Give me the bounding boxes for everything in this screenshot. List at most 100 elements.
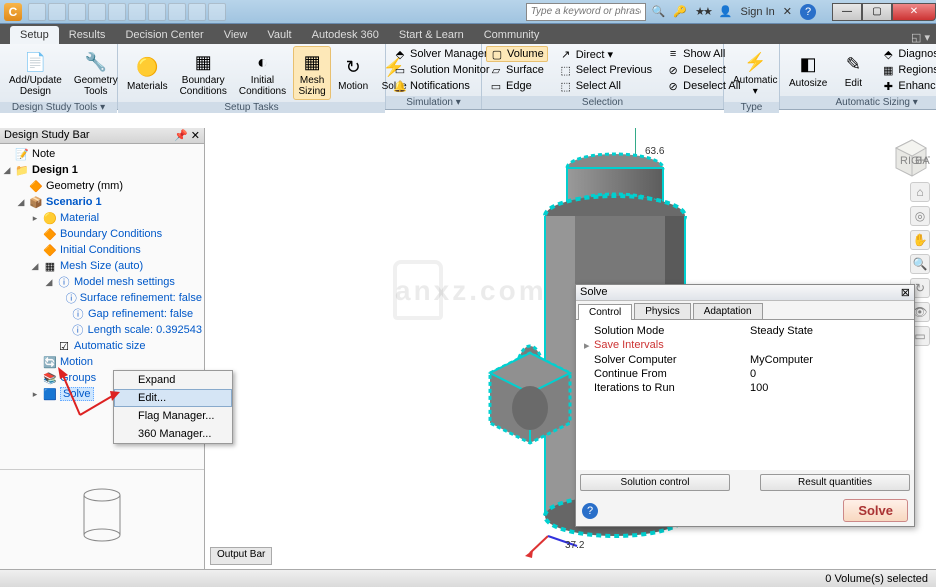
tree-mesh[interactable]: ◢▦Mesh Size (auto)	[2, 258, 202, 274]
tab-results[interactable]: Results	[59, 26, 116, 44]
ctx-360-manager[interactable]: 360 Manager...	[114, 425, 232, 443]
geometry-tools-button[interactable]: 🔧Geometry Tools	[69, 46, 123, 100]
solve-action-button[interactable]: Solve	[843, 499, 908, 522]
ribbon-group-label[interactable]: Design Study Tools ▾	[0, 102, 117, 113]
tab-setup[interactable]: Setup	[10, 26, 59, 44]
search-box	[526, 3, 646, 21]
tree-surfref[interactable]: ⓘSurface refinement: false	[2, 290, 202, 306]
tree-geometry[interactable]: 🔶Geometry (mm)	[2, 178, 202, 194]
qat-btn[interactable]	[188, 3, 206, 21]
motion-button[interactable]: ↻Motion	[333, 52, 373, 95]
autosize-button[interactable]: ◧Autosize	[784, 49, 832, 92]
volume-select-button[interactable]: ▢Volume	[486, 46, 548, 62]
ribbon-group-label[interactable]: Automatic Sizing ▾	[780, 96, 936, 109]
tree-design[interactable]: ◢📁Design 1	[2, 162, 202, 178]
rating-icon[interactable]: ★★	[695, 5, 711, 18]
dialog-middle-buttons: Solution control Result quantities	[576, 470, 914, 495]
tree-material[interactable]: ▸🟡Material	[2, 210, 202, 226]
edit-button[interactable]: ✎Edit	[834, 49, 872, 92]
output-bar-tab[interactable]: Output Bar	[210, 547, 272, 565]
regions-button[interactable]: ▦Regions	[878, 62, 936, 78]
automatic-type-button[interactable]: ⚡Automatic ▾	[728, 46, 782, 100]
diagnostics-button[interactable]: ⬘Diagnostics	[878, 46, 936, 62]
binoculars-icon[interactable]: 🔍	[652, 5, 666, 18]
signin-link[interactable]: Sign In	[741, 6, 775, 18]
tree-panel-title: Design Study Bar 📌 ✕	[0, 128, 204, 144]
add-update-design-button[interactable]: 📄Add/Update Design	[4, 46, 67, 100]
solution-mode-row[interactable]: Solution ModeSteady State	[580, 324, 910, 338]
initial-conditions-button[interactable]: ◐Initial Conditions	[234, 46, 291, 100]
ctx-edit[interactable]: Edit...	[114, 389, 232, 407]
search-input[interactable]	[526, 3, 646, 21]
solution-monitor-button[interactable]: ▭Solution Monitor	[390, 62, 493, 78]
solution-control-button[interactable]: Solution control	[580, 474, 730, 491]
ribbon-group-label[interactable]: Simulation ▾	[386, 96, 481, 109]
surface-select-button[interactable]: ▱Surface	[486, 62, 548, 78]
tab-adaptation[interactable]: Adaptation	[693, 303, 763, 319]
qat-btn[interactable]	[28, 3, 46, 21]
result-quantities-button[interactable]: Result quantities	[760, 474, 910, 491]
tab-decision-center[interactable]: Decision Center	[115, 26, 213, 44]
ctx-flag-manager[interactable]: Flag Manager...	[114, 407, 232, 425]
qat-btn[interactable]	[168, 3, 186, 21]
groups-icon: 📚	[43, 371, 57, 385]
solver-manager-button[interactable]: ⬘Solver Manager	[390, 46, 493, 62]
materials-button[interactable]: 🟡Materials	[122, 52, 173, 95]
wheel-button[interactable]: ◎	[910, 206, 930, 226]
enhancement-button[interactable]: ✚Enhancement	[878, 78, 936, 94]
tab-start-learn[interactable]: Start & Learn	[389, 26, 474, 44]
ctx-expand[interactable]: Expand	[114, 371, 232, 389]
solver-computer-row[interactable]: Solver ComputerMyComputer	[580, 353, 910, 367]
tab-vault[interactable]: Vault	[257, 26, 301, 44]
edge-icon: ▭	[489, 79, 503, 93]
panel-controls[interactable]: 📌 ✕	[174, 129, 200, 142]
key-icon[interactable]: 🔑	[673, 5, 687, 18]
maximize-button[interactable]: ▢	[862, 3, 892, 21]
qat-btn[interactable]	[48, 3, 66, 21]
select-previous-button[interactable]: ⬚Select Previous	[556, 62, 655, 78]
qat-btn[interactable]	[88, 3, 106, 21]
tab-autodesk360[interactable]: Autodesk 360	[302, 26, 389, 44]
qat-btn[interactable]	[128, 3, 146, 21]
help-icon[interactable]: ?	[582, 503, 598, 519]
qat-btn[interactable]	[68, 3, 86, 21]
close-button[interactable]: ✕	[892, 3, 936, 21]
help-icon[interactable]: ?	[800, 4, 816, 20]
tree-autosize[interactable]: ☑Automatic size	[2, 338, 202, 354]
save-intervals-row[interactable]: ▸Save Intervals	[580, 338, 910, 353]
tree-motion[interactable]: 🔄Motion	[2, 354, 202, 370]
notifications-button[interactable]: 🔔Notifications	[390, 78, 493, 94]
home-view-button[interactable]: ⌂	[910, 182, 930, 202]
dialog-footer: ? Solve	[576, 495, 914, 526]
tab-physics[interactable]: Physics	[634, 303, 690, 319]
view-cube[interactable]: RIGHT BACK	[886, 134, 930, 178]
qat-btn[interactable]	[148, 3, 166, 21]
dialog-close-icon[interactable]: ⊠	[901, 286, 910, 299]
tree-note[interactable]: 📝Note	[2, 146, 202, 162]
tree-scenario[interactable]: ◢📦Scenario 1	[2, 194, 202, 210]
tree-boundary[interactable]: 🔶Boundary Conditions	[2, 226, 202, 242]
direct-select-button[interactable]: ↗Direct ▾	[556, 46, 655, 62]
qat-btn[interactable]	[208, 3, 226, 21]
continue-from-row[interactable]: Continue From0	[580, 367, 910, 381]
dialog-title-bar[interactable]: Solve ⊠	[576, 285, 914, 301]
qat-btn[interactable]	[108, 3, 126, 21]
tab-view[interactable]: View	[214, 26, 258, 44]
edge-select-button[interactable]: ▭Edge	[486, 78, 548, 94]
select-all-button[interactable]: ⬚Select All	[556, 78, 655, 94]
minimize-button[interactable]: —	[832, 3, 862, 21]
mesh-sizing-button[interactable]: ▦Mesh Sizing	[293, 46, 331, 100]
zoom-button[interactable]: 🔍	[910, 254, 930, 274]
ribbon-toggle-icon[interactable]: ◱ ▾	[905, 31, 936, 44]
tab-community[interactable]: Community	[474, 26, 550, 44]
boundary-conditions-button[interactable]: ▦Boundary Conditions	[175, 46, 232, 100]
tab-control[interactable]: Control	[578, 304, 632, 320]
tree-initial[interactable]: 🔶Initial Conditions	[2, 242, 202, 258]
close-small-icon[interactable]: ✕	[783, 5, 792, 18]
iterations-row[interactable]: Iterations to Run100	[580, 381, 910, 395]
initial-icon: 🔶	[43, 243, 57, 257]
tree-length[interactable]: ⓘLength scale: 0.392543	[2, 322, 202, 338]
tree-modelmesh[interactable]: ◢ⓘModel mesh settings	[2, 274, 202, 290]
tree-gapref[interactable]: ⓘGap refinement: false	[2, 306, 202, 322]
pan-button[interactable]: ✋	[910, 230, 930, 250]
